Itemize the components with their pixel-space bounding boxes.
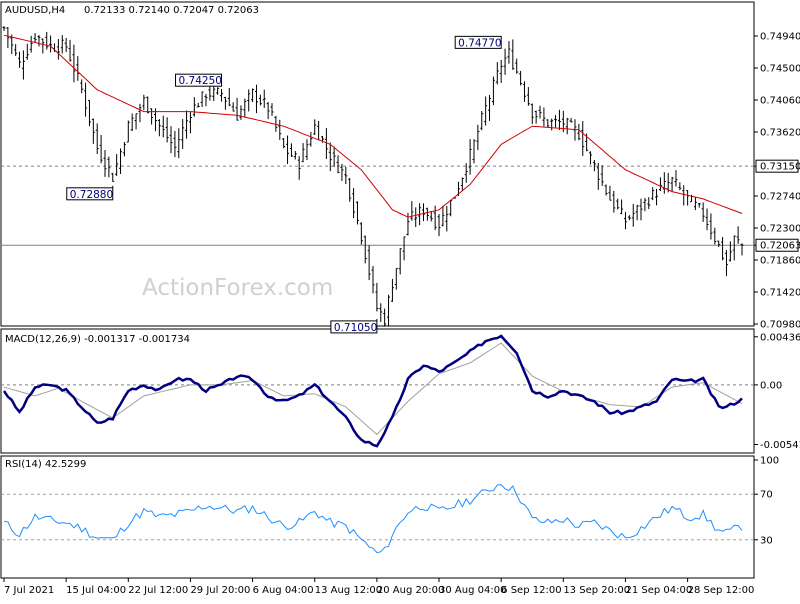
x-tick-label: 29 Jul 20:00: [190, 585, 250, 596]
price-tick-label: 0.73150: [760, 162, 800, 173]
x-tick-label: 13 Sep 20:00: [563, 585, 630, 596]
macd-header: MACD(12,26,9) -0.001317 -0.001734: [5, 334, 190, 345]
x-tick-label: 21 Sep 04:00: [625, 585, 692, 596]
price-tick-label: 0.71420: [760, 288, 800, 299]
watermark: ActionForex.com: [142, 275, 333, 301]
x-tick-label: 15 Jul 04:00: [66, 585, 126, 596]
macd-tick-label: 0.004367: [760, 332, 800, 343]
macd-tick-label: 0.00: [760, 380, 782, 391]
price-tick-label: 0.71860: [760, 256, 800, 267]
x-tick-label: 20 Aug 20:00: [377, 585, 444, 596]
x-tick-label: 6 Aug 04:00: [253, 585, 314, 596]
price-annotation-label: 0.72880: [70, 189, 113, 201]
x-tick-label: 30 Aug 04:00: [439, 585, 506, 596]
rsi-tick-label: 70: [760, 490, 773, 501]
price-annotation-label: 0.74250: [179, 75, 222, 87]
price-tick-label: 0.74940: [760, 32, 800, 43]
x-tick-label: 6 Sep 12:00: [501, 585, 561, 596]
price-tick-label: 0.74500: [760, 64, 800, 75]
price-annotation-label: 0.74770: [458, 37, 501, 49]
price-panel: [0, 1, 755, 327]
rsi-tick-label: 100: [760, 456, 779, 467]
forex-chart: ActionForex.com 0.72880 0.74250 0.71050 0.7…: [0, 1, 800, 596]
price-tick-label: 0.73620: [760, 128, 800, 139]
x-tick-label: 7 Jul 2021: [4, 585, 54, 596]
price-tick-label: 0.72740: [760, 192, 800, 203]
symbol-label: AUDUSD,H4: [5, 5, 65, 16]
price-tick-label: 0.74060: [760, 96, 800, 107]
macd-tick-label: -0.005411: [760, 440, 800, 451]
price-tick-label: 0.72063: [760, 241, 800, 252]
price-tick-label: 0.70980: [760, 320, 800, 331]
ohlc-values: 0.72133 0.72140 0.72047 0.72063: [84, 5, 259, 16]
rsi-panel: [0, 455, 755, 579]
x-tick-label: 13 Aug 12:00: [315, 585, 382, 596]
rsi-header: RSI(14) 42.5299: [5, 459, 86, 470]
x-tick-label: 22 Jul 12:00: [128, 585, 188, 596]
price-annotation-label: 0.71050: [334, 322, 377, 334]
x-tick-label: 28 Sep 12:00: [688, 585, 755, 596]
price-tick-label: 0.72300: [760, 224, 800, 235]
rsi-tick-label: 30: [760, 535, 773, 546]
